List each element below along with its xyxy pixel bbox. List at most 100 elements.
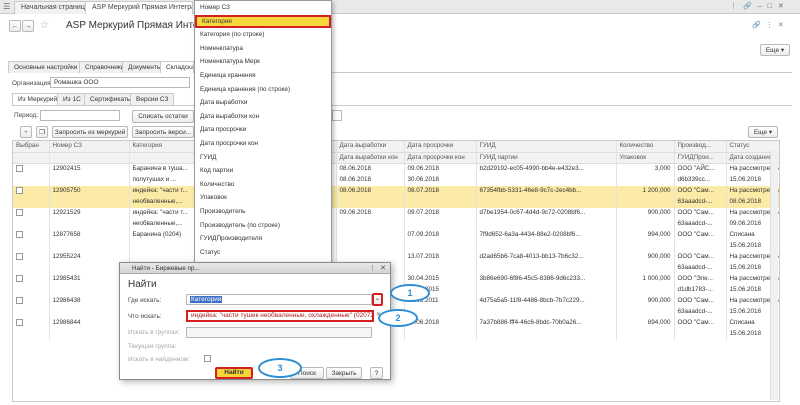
- close-icon[interactable]: ✕: [778, 3, 790, 10]
- grid-scrollbar[interactable]: [770, 150, 778, 400]
- dropdown-item[interactable]: ГУИДПроизводителя: [195, 232, 331, 246]
- more-button-grid[interactable]: Еще ▾: [748, 126, 778, 138]
- row-checkbox[interactable]: [16, 252, 23, 260]
- write-off-button[interactable]: Списать остатки: [132, 110, 194, 123]
- dropdown-item[interactable]: Код партии: [195, 164, 331, 178]
- table-cell: [129, 240, 200, 252]
- col-number[interactable]: Номер СЗ: [49, 141, 130, 153]
- table-cell: 09.06.2018: [336, 207, 405, 219]
- table-row[interactable]: полутушах и ... 08.06.2018 30.06.2018 d6b33…: [13, 174, 779, 186]
- table-row[interactable]: необваленные,... 63aaadcd-... 08.06.2018: [13, 196, 779, 208]
- dialog-titlebar[interactable]: Найти - Биржевые пр...: [120, 263, 390, 274]
- tab-from-1c[interactable]: Из 1С: [57, 93, 87, 105]
- in-found-checkbox[interactable]: [204, 355, 211, 362]
- section-tabs: Основные настройки Справочники Документы…: [8, 61, 792, 73]
- row-checkbox[interactable]: [16, 186, 23, 194]
- period-end-field[interactable]: [332, 110, 342, 121]
- table-cell: 994,000: [616, 229, 675, 241]
- help-button[interactable]: ?: [370, 367, 383, 379]
- dropdown-item[interactable]: Единица хранения (по строке): [195, 83, 331, 97]
- find-button[interactable]: Найти: [215, 367, 253, 379]
- dropdown-item[interactable]: Дата выработки: [195, 96, 331, 110]
- more-icon[interactable]: ⋮: [766, 22, 778, 29]
- tab-basic-settings[interactable]: Основные настройки: [8, 61, 84, 73]
- table-cell: ООО "Сам...: [674, 295, 727, 307]
- close-icon[interactable]: ✕: [778, 22, 789, 29]
- col-production-end[interactable]: Дата выработки кон: [336, 152, 405, 164]
- dialog-close-icon[interactable]: ✕: [380, 264, 386, 272]
- org-field[interactable]: Ромашка ООО: [50, 77, 190, 88]
- dropdown-item[interactable]: Категория (по строке): [195, 28, 331, 42]
- add-icon[interactable]: +: [20, 126, 32, 138]
- col-producer-guid[interactable]: ГУИДПрои...: [674, 152, 727, 164]
- tab-asp-mercury[interactable]: ASP Меркурий Прямая Интеграция (1С:Пр...: [85, 1, 193, 14]
- dropdown-item[interactable]: Дата просрочки: [195, 123, 331, 137]
- dropdown-item[interactable]: Категория: [195, 14, 331, 29]
- dropdown-item[interactable]: Номенклатура Мерк: [195, 55, 331, 69]
- row-checkbox[interactable]: [16, 296, 23, 304]
- col-quantity[interactable]: Количество: [616, 141, 675, 153]
- dropdown-item[interactable]: Номенклатура: [195, 42, 331, 56]
- col-production-date[interactable]: Дата выработки: [336, 141, 405, 153]
- col-guid[interactable]: ГУИД: [476, 141, 617, 153]
- dropdown-item[interactable]: Производитель: [195, 205, 331, 219]
- favorite-star-icon[interactable]: ☆: [40, 20, 49, 31]
- request-mercury-button[interactable]: Запросить из меркурий: [52, 126, 128, 138]
- dropdown-item[interactable]: ГУИД: [195, 151, 331, 165]
- col-category[interactable]: Категория: [129, 141, 200, 153]
- minimize-icon[interactable]: –: [758, 3, 768, 10]
- col-expiry-end[interactable]: Дата просрочки кон: [404, 152, 477, 164]
- dropdown-item[interactable]: Дата просрочки кон: [195, 137, 331, 151]
- dropdown-item[interactable]: Количество: [195, 178, 331, 192]
- menu-icon[interactable]: ☰: [3, 2, 10, 11]
- table-row[interactable]: 12877658 Баранина (0204) 07.09.2018 7f9d652…: [13, 229, 779, 241]
- period-field[interactable]: [40, 110, 120, 121]
- field-dropdown-list: Номер СЗ Категория Категория (по строке) Но…: [194, 0, 332, 290]
- dropdown-item[interactable]: Дата выработки кон: [195, 110, 331, 124]
- col-selected[interactable]: Выбран: [13, 141, 50, 153]
- col-packages[interactable]: Упаковок: [616, 152, 675, 164]
- maximize-icon[interactable]: □: [768, 3, 778, 10]
- dialog-more-icon[interactable]: ⋮: [369, 264, 376, 272]
- table-cell: 3b86e690-6f86-45c5-8386-9d6c233...: [476, 273, 617, 285]
- dropdown-item[interactable]: Производитель (по строке): [195, 219, 331, 233]
- in-group-field[interactable]: [186, 327, 372, 338]
- row-checkbox[interactable]: [16, 164, 23, 172]
- more-icon[interactable]: ⋮: [730, 3, 743, 10]
- link-icon[interactable]: 🔗: [752, 22, 766, 29]
- row-checkbox[interactable]: [16, 208, 23, 216]
- forward-button[interactable]: →: [22, 20, 34, 32]
- where-dropdown-button[interactable]: ⌄: [372, 293, 383, 306]
- col-batch-guid[interactable]: ГУИД партии: [476, 152, 617, 164]
- what-field[interactable]: индейка: "части тушек необваленные, охла…: [186, 310, 374, 322]
- close-dialog-button[interactable]: Закрыть: [326, 367, 362, 379]
- link-icon[interactable]: 🔗: [743, 3, 758, 10]
- dropdown-item[interactable]: Упаковок: [195, 191, 331, 205]
- col-producer[interactable]: Производ...: [674, 141, 727, 153]
- table-row[interactable]: необваленные,... 63aaadcd-... 09.06.2018: [13, 218, 779, 230]
- table-row[interactable]: 12921529 индейка: "части т... 09.06.2018 09…: [13, 207, 779, 219]
- col-expiry-date[interactable]: Дата просрочки: [404, 141, 477, 153]
- request-versions-button[interactable]: Запросить верси...: [132, 126, 194, 138]
- more-button-header[interactable]: Еще ▾: [760, 44, 790, 56]
- row-checkbox[interactable]: [16, 318, 23, 326]
- table-cell: 08.06.2018: [336, 185, 405, 197]
- copy-icon[interactable]: ❐: [36, 126, 48, 138]
- dropdown-item[interactable]: Номер СЗ: [195, 1, 331, 15]
- table-cell: 08.07.2018: [404, 185, 477, 197]
- row-checkbox[interactable]: [16, 230, 23, 238]
- table-row[interactable]: 15.06.2018: [13, 240, 779, 252]
- table-row[interactable]: 12955224 13.07.2018 d2ad65b6-7ca8-4013-bb1…: [13, 251, 779, 263]
- dropdown-item[interactable]: Статус: [195, 246, 331, 260]
- dropdown-item[interactable]: Единица хранения: [195, 69, 331, 83]
- table-row[interactable]: 12905750 индейка: "части т... 08.06.2018 08…: [13, 185, 779, 197]
- row-checkbox[interactable]: [16, 274, 23, 282]
- tab-from-mercury[interactable]: Из Меркурий: [12, 93, 64, 105]
- back-button[interactable]: ←: [9, 20, 21, 32]
- table-row[interactable]: 12902415 Баранина в туша... 08.06.2018 09.0…: [13, 163, 779, 175]
- tab-warehouse[interactable]: Складская: [160, 61, 194, 73]
- tab-home[interactable]: Начальная страница: [14, 1, 96, 14]
- table-cell: [336, 251, 405, 263]
- where-field[interactable]: Категория: [186, 294, 372, 305]
- tab-versions[interactable]: Версии СЗ: [130, 93, 175, 105]
